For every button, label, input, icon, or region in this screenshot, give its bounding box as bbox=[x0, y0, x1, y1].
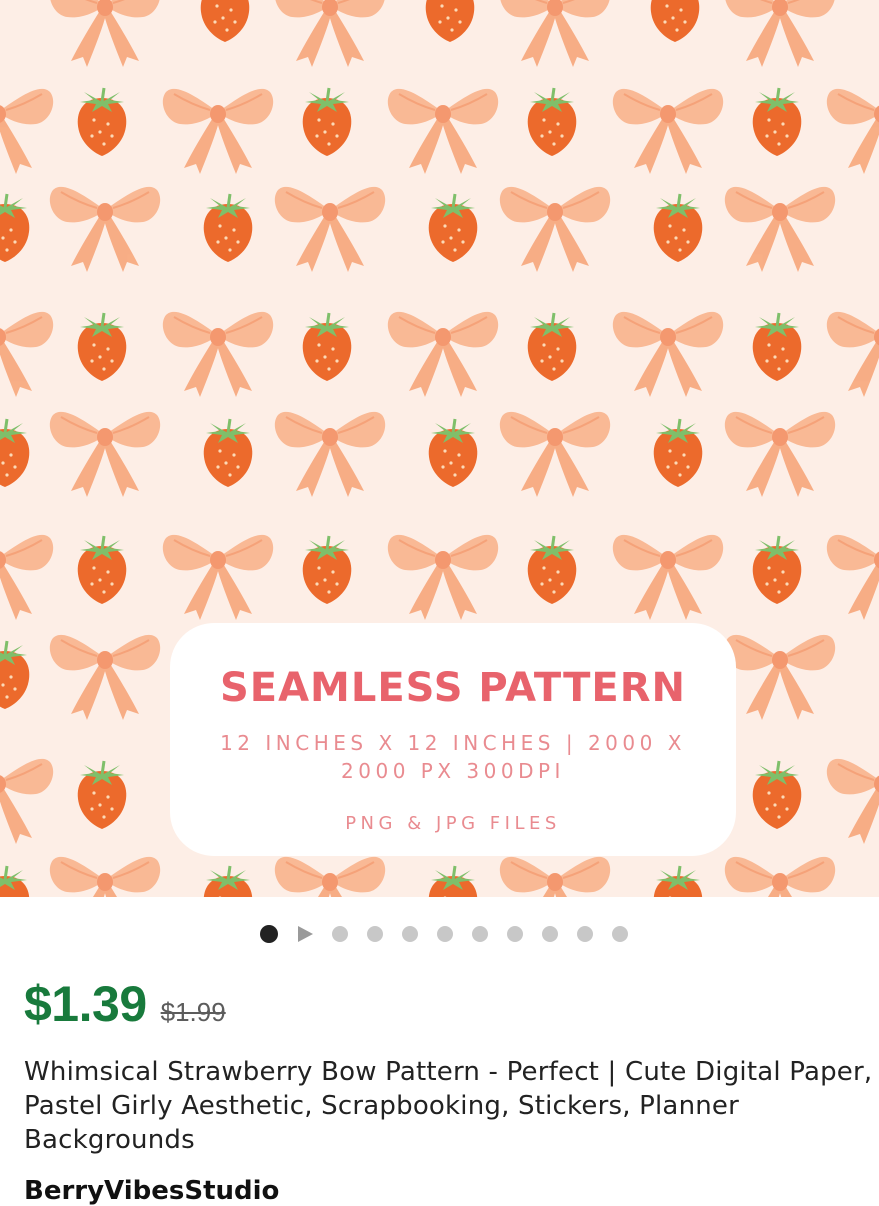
pattern-row-a3 bbox=[0, 410, 837, 498]
promo-dimensions-line2: 2000 PX 300DPI bbox=[341, 759, 565, 783]
promo-file-types: PNG & JPG FILES bbox=[345, 813, 561, 834]
listing-title: Whimsical Strawberry Bow Pattern - Perfe… bbox=[24, 1057, 873, 1155]
promo-dimensions: 12 INCHES X 12 INCHES | 2000 X 2000 PX 3… bbox=[190, 729, 716, 785]
video-play-icon[interactable] bbox=[298, 926, 313, 942]
carousel-indicator[interactable] bbox=[260, 924, 647, 944]
promo-title: SEAMLESS PATTERN bbox=[219, 665, 687, 711]
promo-dimensions-line1: 12 INCHES X 12 INCHES | 2000 X bbox=[220, 731, 686, 755]
pattern-row-b1 bbox=[0, 86, 879, 175]
carousel-dot-9[interactable] bbox=[542, 926, 558, 942]
carousel-dot-11[interactable] bbox=[612, 926, 628, 942]
shop-name-link[interactable]: BerryVibesStudio bbox=[24, 1176, 279, 1206]
sale-price: $1.39 bbox=[24, 976, 147, 1032]
promo-card: SEAMLESS PATTERN 12 INCHES X 12 INCHES |… bbox=[170, 623, 736, 856]
carousel-dot-4[interactable] bbox=[367, 926, 383, 942]
carousel-dot-10[interactable] bbox=[577, 926, 593, 942]
carousel-dot-5[interactable] bbox=[402, 926, 418, 942]
pattern-row-a1 bbox=[48, 0, 837, 68]
pattern-row-a2 bbox=[0, 185, 837, 273]
pattern-row-b2 bbox=[0, 310, 879, 398]
pattern-row-a5 bbox=[0, 855, 837, 897]
pattern-row-b3 bbox=[0, 533, 879, 621]
carousel-dot-1[interactable] bbox=[260, 925, 278, 943]
carousel-dot-7[interactable] bbox=[472, 926, 488, 942]
carousel-dot-8[interactable] bbox=[507, 926, 523, 942]
original-price: $1.99 bbox=[160, 997, 226, 1027]
carousel-dot-6[interactable] bbox=[437, 926, 453, 942]
carousel-dot-3[interactable] bbox=[332, 926, 348, 942]
price-row: $1.39 $1.99 bbox=[24, 975, 226, 1033]
listing-image[interactable]: SEAMLESS PATTERN 12 INCHES X 12 INCHES |… bbox=[0, 0, 879, 897]
